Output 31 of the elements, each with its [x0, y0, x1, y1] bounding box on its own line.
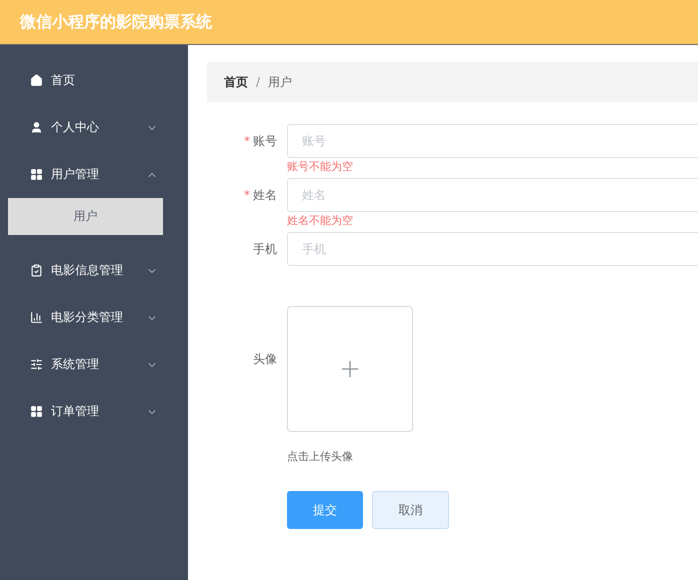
- field-label: 手机: [252, 241, 278, 258]
- breadcrumb-item: 用户: [268, 74, 292, 90]
- clipboard-icon: [30, 264, 43, 277]
- grid-icon: [30, 168, 43, 181]
- input-field[interactable]: 姓名: [287, 178, 698, 212]
- breadcrumb-item[interactable]: 首页: [224, 74, 248, 90]
- error-message: 账号不能为空: [287, 159, 354, 175]
- input-field[interactable]: 手机: [287, 232, 698, 266]
- error-message: 姓名不能为空: [287, 213, 354, 229]
- user-icon: [30, 121, 43, 134]
- field-label: * 账号: [243, 133, 278, 150]
- home-icon: [30, 74, 43, 87]
- nav-item[interactable]: 电影分类管理: [0, 294, 188, 341]
- bar-chart-icon: [30, 311, 43, 324]
- field-label: 头像: [252, 351, 278, 368]
- app-title: 微信小程序的影院购票系统: [20, 12, 212, 32]
- breadcrumb-separator: /: [256, 75, 260, 89]
- grid-icon: [30, 405, 43, 418]
- sliders-icon: [30, 358, 43, 371]
- nav-item[interactable]: 个人中心: [0, 104, 188, 151]
- nav-item[interactable]: 系统管理: [0, 341, 188, 388]
- nav-item[interactable]: 用户管理: [0, 151, 188, 198]
- submenu-item[interactable]: 用户: [8, 198, 163, 235]
- nav-item[interactable]: 首页: [0, 57, 188, 104]
- nav-item[interactable]: 订单管理: [0, 388, 188, 435]
- nav-item[interactable]: 电影信息管理: [0, 247, 188, 294]
- cancel-button[interactable]: 取消: [372, 491, 449, 529]
- upload-area[interactable]: [287, 306, 413, 432]
- input-field[interactable]: 账号: [287, 124, 698, 158]
- upload-hint: 点击上传头像: [287, 449, 354, 464]
- field-label: * 姓名: [243, 187, 278, 204]
